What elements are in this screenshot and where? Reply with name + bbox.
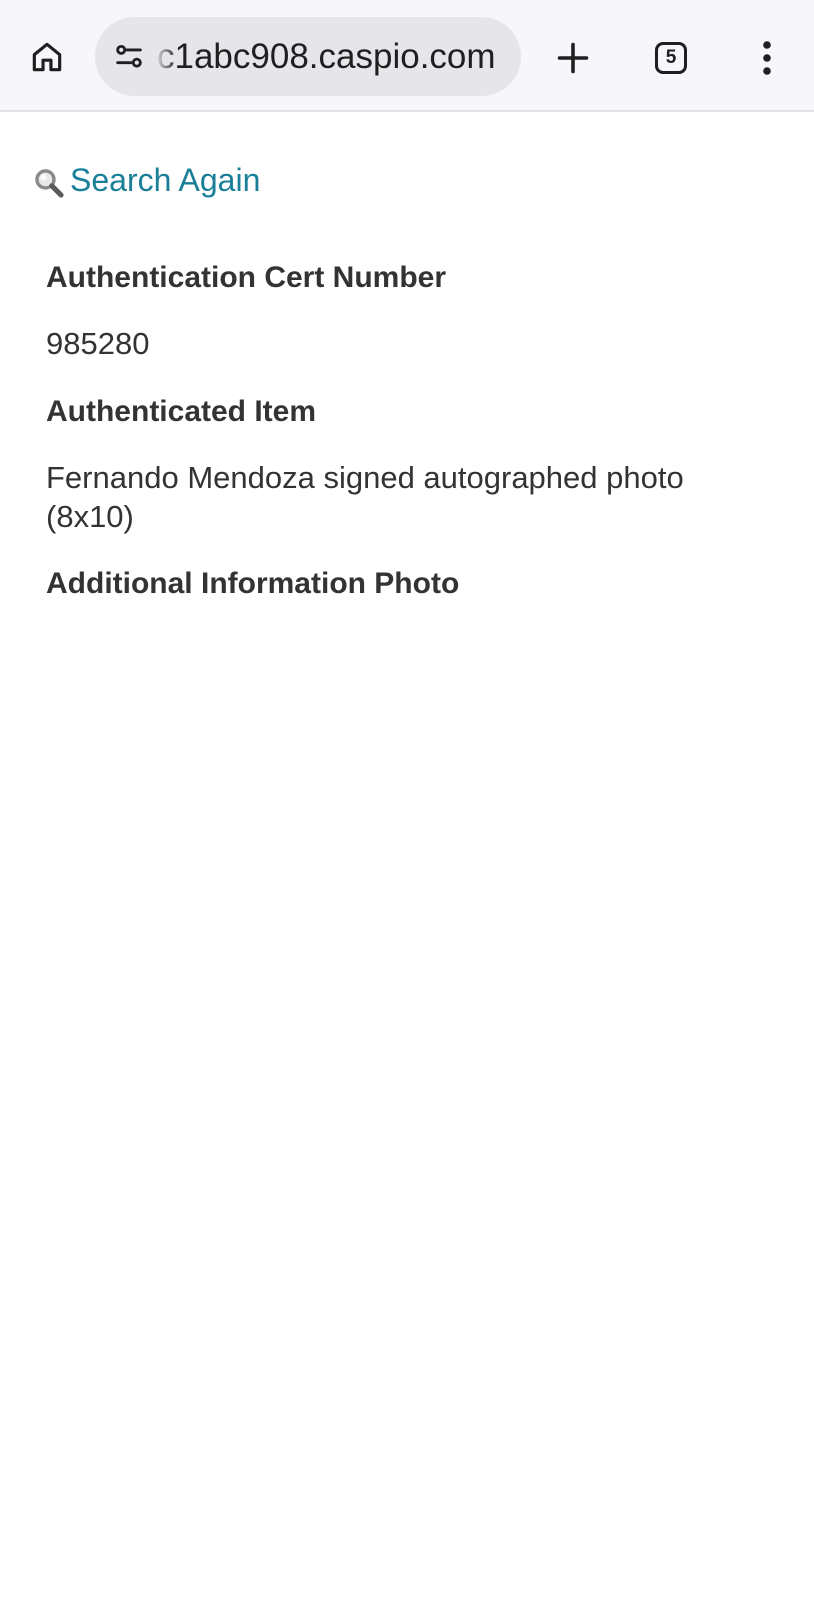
address-bar[interactable]: c1abc908.caspio.com [95,17,521,96]
home-button[interactable] [22,32,72,82]
magnifier-icon [32,160,68,200]
more-vert-icon [763,41,771,75]
browser-toolbar: c1abc908.caspio.com 5 [0,0,814,112]
home-icon [32,42,62,72]
url-text[interactable]: c1abc908.caspio.com [157,17,507,96]
site-info-icon [116,44,142,68]
authenticated-item-value: Fernando Mendoza signed autographed phot… [46,460,684,534]
search-again-label[interactable]: Search Again [70,162,260,199]
authenticated-item-label: Authenticated Item [46,395,317,428]
additional-info-photo-label: Additional Information Photo [46,567,460,600]
url-fade [155,17,177,96]
plus-icon [557,42,589,74]
tab-switcher-button[interactable]: 5 [646,33,696,83]
more-menu-button[interactable] [742,33,792,83]
cert-number-label: Authentication Cert Number [46,261,447,294]
new-tab-button[interactable] [548,33,598,83]
cert-number-value: 985280 [46,326,150,361]
search-again-link[interactable]: Search Again [32,158,260,202]
site-info-button[interactable] [109,37,149,77]
tab-switcher-icon: 5 [655,42,687,74]
tab-count: 5 [665,47,677,68]
